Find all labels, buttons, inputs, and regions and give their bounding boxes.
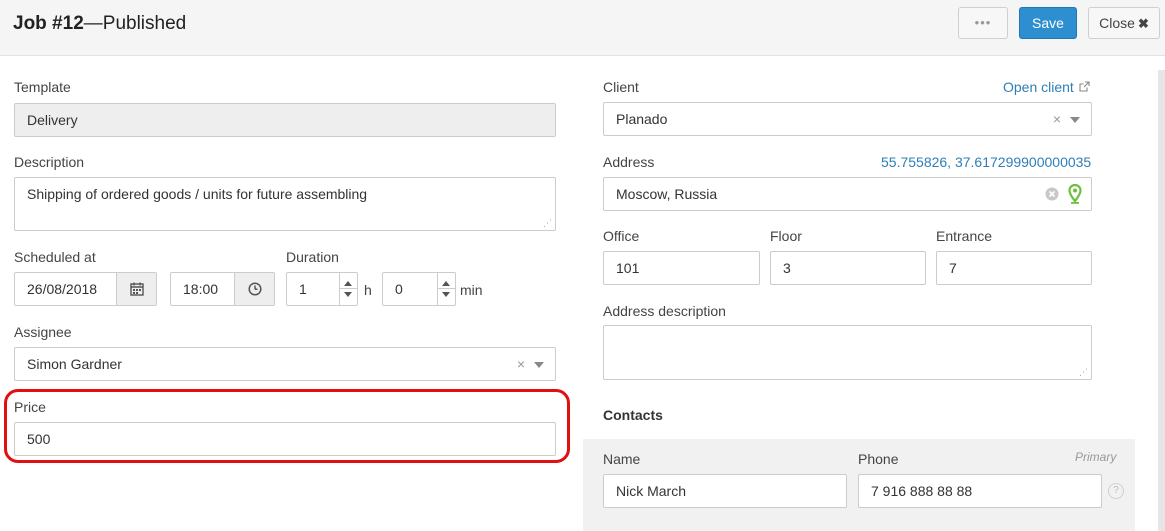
resize-handle-icon[interactable]: ⋰ <box>543 219 552 228</box>
template-label: Template <box>14 79 71 95</box>
minutes-stepper[interactable]: 0 <box>382 272 456 306</box>
increment-icon[interactable] <box>344 281 352 286</box>
hours-spinner[interactable] <box>339 273 357 305</box>
price-input[interactable]: 500 <box>14 422 556 456</box>
address-value: Moscow, Russia <box>616 186 718 202</box>
floor-label: Floor <box>770 228 802 244</box>
address-input[interactable]: Moscow, Russia <box>603 177 1092 211</box>
minutes-value: 0 <box>395 281 403 297</box>
clock-button[interactable] <box>234 273 274 305</box>
clear-icon[interactable]: × <box>1053 103 1061 135</box>
increment-icon[interactable] <box>442 281 450 286</box>
open-client-text: Open client <box>1003 79 1074 95</box>
map-pin-icon[interactable] <box>1068 184 1082 204</box>
contact-name-value: Nick March <box>616 483 687 499</box>
client-value: Planado <box>616 111 668 127</box>
close-button-label: Close <box>1099 15 1135 31</box>
client-label: Client <box>603 79 639 95</box>
price-value: 500 <box>27 431 51 447</box>
hours-unit: h <box>364 282 372 298</box>
duration-label: Duration <box>286 249 339 265</box>
close-icon: ✖ <box>1137 16 1149 31</box>
external-link-icon <box>1079 81 1090 92</box>
office-label: Office <box>603 228 640 244</box>
client-select[interactable]: Planado × <box>603 102 1092 136</box>
decrement-icon[interactable] <box>442 292 450 297</box>
assignee-select[interactable]: Simon Gardner × <box>14 347 556 381</box>
floor-input[interactable]: 3 <box>770 251 926 285</box>
template-field: Delivery <box>14 103 556 137</box>
contact-name-label: Name <box>603 451 641 467</box>
coordinates-link[interactable]: 55.755826, 37.617299900000035 <box>881 154 1091 170</box>
hours-stepper[interactable]: 1 <box>286 272 358 306</box>
assignee-label: Assignee <box>14 324 72 340</box>
contact-phone-input[interactable]: 7 916 888 88 88 <box>858 474 1102 508</box>
header-bar: Job #12—Published ••• Save Close ✖ <box>0 0 1165 56</box>
time-input[interactable]: 18:00 <box>170 272 275 306</box>
decrement-icon[interactable] <box>344 292 352 297</box>
page-title: Job #12—Published <box>13 13 186 35</box>
entrance-label: Entrance <box>936 228 993 244</box>
save-button[interactable]: Save <box>1019 7 1077 39</box>
date-input[interactable]: 26/08/2018 <box>14 272 157 306</box>
contacts-title: Contacts <box>603 407 663 423</box>
address-description-textarea[interactable]: ⋰ <box>603 325 1092 380</box>
clear-icon[interactable]: × <box>517 348 525 380</box>
primary-label: Primary <box>1075 450 1117 464</box>
more-button[interactable]: ••• <box>958 7 1008 39</box>
clock-icon <box>247 282 262 296</box>
entrance-value: 7 <box>949 260 957 276</box>
contact-phone-label: Phone <box>858 451 899 467</box>
calendar-icon <box>129 282 144 296</box>
help-icon[interactable]: ? <box>1108 483 1124 499</box>
resize-handle-icon[interactable]: ⋰ <box>1079 368 1088 377</box>
open-client-link[interactable]: Open client <box>1003 79 1090 95</box>
address-label: Address <box>603 154 655 170</box>
scrollbar[interactable] <box>1158 70 1165 531</box>
close-button[interactable]: Close ✖ <box>1088 7 1160 39</box>
minutes-spinner[interactable] <box>437 273 455 305</box>
chevron-down-icon[interactable] <box>534 362 544 368</box>
floor-value: 3 <box>783 260 791 276</box>
address-description-label: Address description <box>603 303 726 319</box>
contact-name-input[interactable]: Nick March <box>603 474 847 508</box>
job-status: —Published <box>83 13 187 34</box>
office-value: 101 <box>616 260 640 276</box>
chevron-down-icon[interactable] <box>1070 117 1080 123</box>
description-textarea[interactable]: Shipping of ordered goods / units for fu… <box>14 177 556 231</box>
date-value: 26/08/2018 <box>27 281 98 297</box>
clear-icon[interactable] <box>1045 187 1059 201</box>
job-number: Job #12 <box>13 13 84 34</box>
calendar-button[interactable] <box>116 273 156 305</box>
price-label: Price <box>14 399 46 415</box>
minutes-unit: min <box>460 282 483 298</box>
description-text: Shipping of ordered goods / units for fu… <box>27 186 368 202</box>
office-input[interactable]: 101 <box>603 251 760 285</box>
contact-phone-value: 7 916 888 88 88 <box>871 483 973 499</box>
scheduled-label: Scheduled at <box>14 249 96 265</box>
entrance-input[interactable]: 7 <box>936 251 1092 285</box>
assignee-value: Simon Gardner <box>27 356 122 372</box>
description-label: Description <box>14 154 85 170</box>
hours-value: 1 <box>299 281 307 297</box>
time-value: 18:00 <box>183 281 219 297</box>
